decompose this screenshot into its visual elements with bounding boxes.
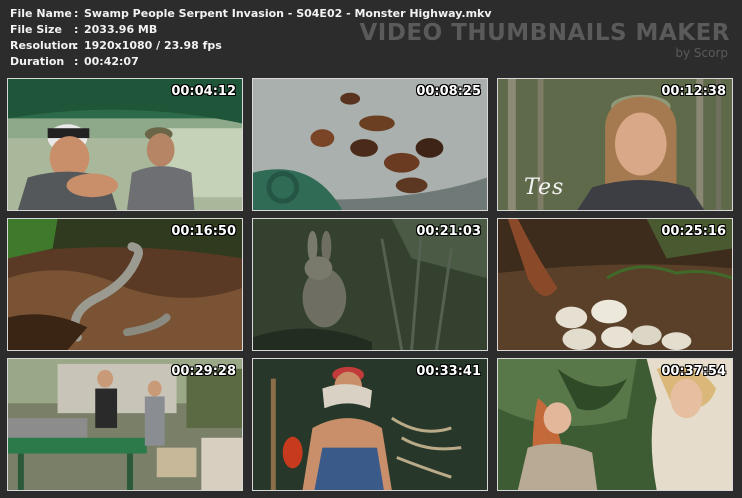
duration-value: 00:42:07 xyxy=(84,55,139,68)
separator: : xyxy=(74,23,79,36)
separator: : xyxy=(74,7,79,20)
thumbnail-5[interactable]: 00:21:03 xyxy=(252,218,488,351)
brand-subtitle: by Scorp xyxy=(675,46,728,60)
duration-label: Duration xyxy=(10,55,65,68)
thumbnail-4[interactable]: 00:16:50 xyxy=(7,218,243,351)
separator: : xyxy=(74,39,79,52)
timestamp-label: 00:12:38 xyxy=(661,84,726,99)
separator: : xyxy=(74,55,79,68)
file-size-value: 2033.96 MB xyxy=(84,23,158,36)
timestamp-label: 00:33:41 xyxy=(416,364,481,379)
timestamp-label: 00:25:16 xyxy=(661,224,726,239)
thumbnail-1[interactable]: 00:04:12 xyxy=(7,78,243,211)
brand-title: VIDEO THUMBNAILS MAKER xyxy=(359,20,730,46)
thumbnail-9[interactable]: 00:37:54 xyxy=(497,358,733,491)
thumbnail-8[interactable]: 00:33:41 xyxy=(252,358,488,491)
name-caption: Tes xyxy=(524,175,565,200)
file-size-label: File Size xyxy=(10,23,62,36)
timestamp-label: 00:29:28 xyxy=(171,364,236,379)
file-name-label: File Name xyxy=(10,7,72,20)
thumbnail-2[interactable]: 00:08:25 xyxy=(252,78,488,211)
thumbnail-6[interactable]: 00:25:16 xyxy=(497,218,733,351)
timestamp-label: 00:16:50 xyxy=(171,224,236,239)
resolution-label: Resolution xyxy=(10,39,77,52)
timestamp-label: 00:08:25 xyxy=(416,84,481,99)
info-header: File Name : Swamp People Serpent Invasio… xyxy=(0,0,742,76)
timestamp-label: 00:21:03 xyxy=(416,224,481,239)
thumbnail-7[interactable]: 00:29:28 xyxy=(7,358,243,491)
timestamp-label: 00:04:12 xyxy=(171,84,236,99)
thumbnail-3[interactable]: 00:12:38 Tes xyxy=(497,78,733,211)
file-name-value: Swamp People Serpent Invasion - S04E02 -… xyxy=(84,7,492,20)
resolution-value: 1920x1080 / 23.98 fps xyxy=(84,39,222,52)
timestamp-label: 00:37:54 xyxy=(661,364,726,379)
